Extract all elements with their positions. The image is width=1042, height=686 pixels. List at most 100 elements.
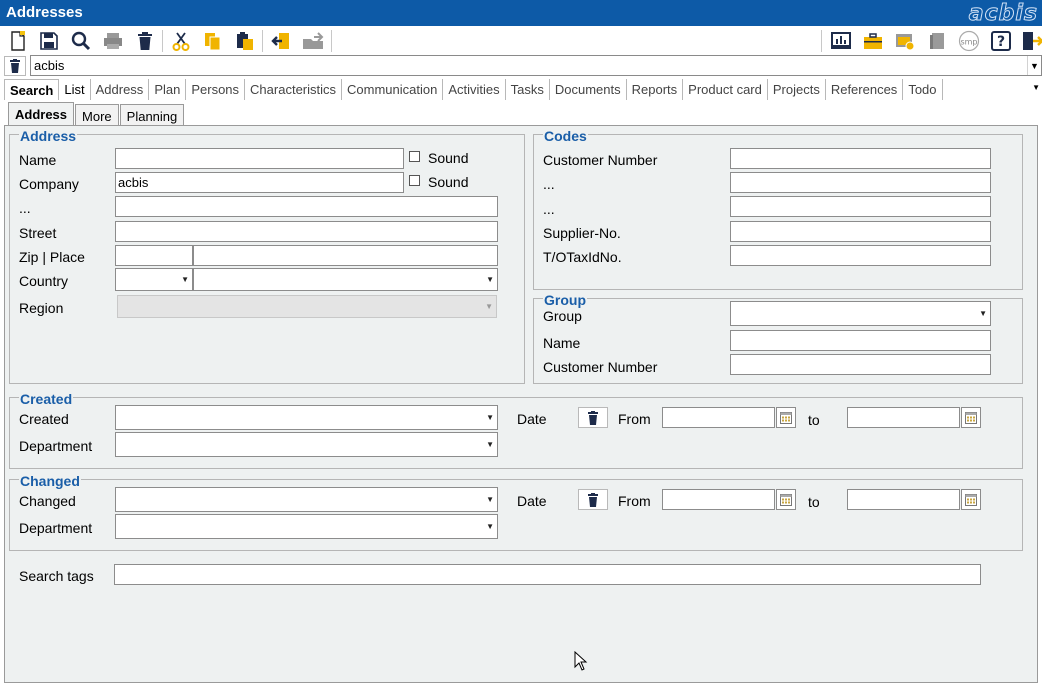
changed-date-clear-button[interactable]: [578, 489, 608, 510]
zip-place-label: Zip | Place: [19, 249, 85, 265]
group-customer-number-label: Customer Number: [543, 359, 658, 375]
tab-address[interactable]: Address: [91, 79, 150, 100]
book-icon[interactable]: [925, 29, 949, 53]
paste-icon[interactable]: [233, 29, 257, 53]
group-name-input[interactable]: [730, 330, 991, 351]
chevron-down-icon: ▼: [486, 495, 494, 504]
tab-characteristics[interactable]: Characteristics: [245, 79, 343, 100]
street-label: Street: [19, 225, 57, 241]
acbis-logo: acbis: [968, 1, 1038, 27]
exit-icon[interactable]: [1019, 29, 1042, 53]
briefcase-icon[interactable]: [861, 29, 885, 53]
help-icon[interactable]: ?: [989, 29, 1013, 53]
save-icon[interactable]: [37, 29, 61, 53]
tab-plan[interactable]: Plan: [149, 79, 187, 100]
calendar-icon[interactable]: [961, 489, 981, 510]
place-input[interactable]: [193, 245, 498, 266]
changed-department-select[interactable]: ▼: [115, 514, 498, 539]
code-extra-2-input[interactable]: [730, 196, 991, 217]
tab-product-card[interactable]: Product card: [683, 79, 768, 100]
new-document-icon[interactable]: [6, 29, 30, 53]
tab-tasks[interactable]: Tasks: [506, 79, 550, 100]
tax-id-input[interactable]: [730, 245, 991, 266]
created-date-label: Date: [517, 411, 547, 427]
name-label: Name: [19, 152, 57, 168]
address-extra-input[interactable]: [115, 196, 498, 217]
created-to-label: to: [808, 412, 820, 428]
calendar-icon[interactable]: [776, 489, 796, 510]
company-input[interactable]: acbis: [115, 172, 404, 193]
trash-icon: [588, 492, 598, 507]
chevron-down-icon[interactable]: ▼: [1027, 56, 1041, 75]
country-name-select[interactable]: ▼: [193, 268, 498, 291]
created-by-select[interactable]: ▼: [115, 405, 498, 430]
chevron-down-icon: ▼: [486, 413, 494, 422]
chevron-down-icon: ▼: [486, 275, 494, 284]
print-icon[interactable]: [101, 29, 125, 53]
created-date-clear-button[interactable]: [578, 407, 608, 428]
chevron-down-icon: ▼: [486, 440, 494, 449]
changed-by-label: Changed: [19, 493, 76, 509]
toolbar: smp ?: [0, 27, 1042, 55]
address-extra-label: ...: [19, 200, 31, 216]
street-input[interactable]: [115, 221, 498, 242]
smp-icon[interactable]: smp: [957, 29, 981, 53]
import-icon[interactable]: [269, 29, 293, 53]
subtab-more[interactable]: More: [75, 104, 119, 126]
search-icon[interactable]: [69, 29, 93, 53]
changed-from-date-input[interactable]: [662, 489, 775, 510]
toolbar-separator: [262, 30, 263, 52]
tab-communication[interactable]: Communication: [342, 79, 444, 100]
search-combobox[interactable]: acbis ▼: [30, 55, 1042, 76]
window-check-icon[interactable]: [893, 29, 917, 53]
chevron-down-icon: ▼: [486, 522, 494, 531]
export-icon[interactable]: [301, 29, 325, 53]
tab-projects[interactable]: Projects: [768, 79, 826, 100]
help-icon-text: ?: [997, 34, 1005, 50]
group-legend: Group: [543, 292, 587, 308]
search-combobox-value: acbis: [34, 58, 65, 73]
group-customer-number-input[interactable]: [730, 354, 991, 375]
created-from-date-input[interactable]: [662, 407, 775, 428]
chevron-down-icon: ▼: [485, 302, 493, 311]
tab-references[interactable]: References: [826, 79, 904, 100]
tab-persons[interactable]: Persons: [186, 79, 246, 100]
tab-search[interactable]: Search: [4, 79, 60, 100]
group-label: Group: [543, 308, 582, 324]
subtab-planning[interactable]: Planning: [119, 104, 185, 126]
name-input[interactable]: [115, 148, 404, 169]
created-to-date-input[interactable]: [847, 407, 960, 428]
calendar-icon[interactable]: [961, 407, 981, 428]
clear-search-button[interactable]: [4, 56, 26, 76]
zip-input[interactable]: [115, 245, 193, 266]
tab-list[interactable]: List: [59, 79, 91, 100]
changed-to-date-input[interactable]: [847, 489, 960, 510]
region-select: ▼: [117, 295, 497, 318]
copy-icon[interactable]: [201, 29, 225, 53]
cut-icon[interactable]: [169, 29, 193, 53]
window-title: Addresses: [6, 4, 83, 21]
created-department-select[interactable]: ▼: [115, 432, 498, 457]
group-select[interactable]: ▼: [730, 301, 991, 326]
name-sound-checkbox[interactable]: [409, 151, 420, 162]
customer-number-input[interactable]: [730, 148, 991, 169]
subtab-address[interactable]: Address: [8, 102, 75, 126]
country-code-select[interactable]: ▼: [115, 268, 193, 291]
code-extra-1-input[interactable]: [730, 172, 991, 193]
tab-documents[interactable]: Documents: [550, 79, 627, 100]
changed-to-label: to: [808, 494, 820, 510]
tab-activities[interactable]: Activities: [443, 79, 506, 100]
mouse-cursor-icon: [574, 651, 588, 671]
delete-icon[interactable]: [133, 29, 157, 53]
calendar-icon[interactable]: [776, 407, 796, 428]
tab-reports[interactable]: Reports: [627, 79, 684, 100]
company-sound-checkbox[interactable]: [409, 175, 420, 186]
address-legend: Address: [19, 128, 78, 144]
supplier-number-input[interactable]: [730, 221, 991, 242]
changed-from-label: From: [618, 493, 651, 509]
tabs-overflow-arrow-icon[interactable]: ▼: [1032, 83, 1040, 92]
search-tags-input[interactable]: [114, 564, 981, 585]
changed-by-select[interactable]: ▼: [115, 487, 498, 512]
tab-todo[interactable]: Todo: [903, 79, 943, 100]
presentation-icon[interactable]: [829, 29, 853, 53]
